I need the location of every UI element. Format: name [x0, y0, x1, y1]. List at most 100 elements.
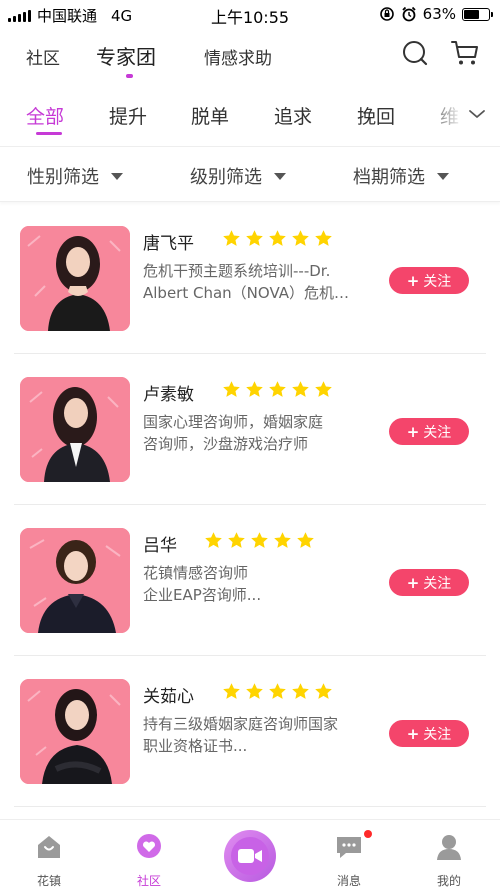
expert-card[interactable]: 关茹心 持有三级婚姻家庭咨询师国家 职业资格证书... + 关注 — [0, 656, 500, 807]
follow-button[interactable]: + 关注 — [389, 267, 469, 294]
plus-icon: + — [406, 271, 420, 290]
star-icon — [269, 381, 286, 397]
tab-emotional-help[interactable]: 情感求助 — [204, 44, 272, 69]
star-icon — [246, 230, 263, 246]
search-icon[interactable] — [400, 38, 430, 68]
follow-label: 关注 — [423, 424, 452, 441]
star-icon — [223, 683, 240, 699]
description-line: 危机干预主题系统培训---Dr. — [143, 262, 331, 280]
plus-icon: + — [406, 573, 420, 592]
schedule-filter[interactable]: 档期筛选 — [353, 163, 449, 189]
rating-stars — [222, 229, 333, 248]
star-icon — [292, 381, 309, 397]
expert-name: 唐飞平 — [143, 234, 194, 254]
level-filter[interactable]: 级别筛选 — [190, 163, 286, 189]
status-right: 63% — [379, 5, 493, 23]
nav-profile-label: 我的 — [436, 874, 461, 888]
nav-messages[interactable]: 消息 — [319, 832, 379, 889]
follow-label: 关注 — [423, 273, 452, 290]
category-improve[interactable]: 提升 — [109, 102, 147, 129]
video-camera-icon — [238, 849, 262, 863]
battery-icon — [462, 7, 493, 21]
top-nav: 社区 专家团 情感求助 — [0, 28, 500, 84]
nav-home[interactable]: 花镇 — [19, 832, 79, 889]
expert-card[interactable]: 唐飞平 危机干预主题系统培训---Dr. Albert Chan（NOVA）危机… — [0, 203, 500, 354]
star-icon — [274, 532, 291, 548]
rotation-lock-icon — [379, 7, 394, 21]
message-icon — [337, 837, 361, 858]
nav-home-label: 花镇 — [36, 874, 61, 888]
expert-photo — [20, 377, 130, 482]
follow-label: 关注 — [423, 575, 452, 592]
description-line: 咨询师，沙盘游戏治疗师 — [143, 435, 309, 453]
rating-stars — [204, 531, 315, 550]
category-fade — [420, 92, 500, 138]
caret-down-icon — [111, 172, 123, 180]
expert-name: 卢素敏 — [143, 385, 194, 405]
status-bar: 中国联通 4G 上午10:55 63% — [0, 0, 500, 28]
chevron-down-icon[interactable] — [468, 108, 486, 120]
nav-profile[interactable]: 我的 — [419, 832, 479, 889]
expert-name: 关茹心 — [143, 687, 194, 707]
expert-list: 唐飞平 危机干预主题系统培训---Dr. Albert Chan（NOVA）危机… — [0, 203, 500, 807]
alarm-icon — [402, 6, 416, 22]
star-icon — [315, 683, 332, 699]
follow-button[interactable]: + 关注 — [389, 569, 469, 596]
description-line: 企业EAP咨询师... — [143, 586, 262, 604]
star-icon — [246, 381, 263, 397]
category-tabs: 全部 提升 脱单 追求 挽回 维 — [0, 92, 500, 138]
caret-down-icon — [274, 172, 286, 180]
category-underline — [36, 132, 62, 135]
expert-description: 危机干预主题系统培训---Dr. Albert Chan（NOVA）危机… — [143, 260, 379, 304]
star-icon — [292, 683, 309, 699]
star-icon — [223, 381, 240, 397]
plus-icon: + — [406, 422, 420, 441]
schedule-filter-label: 档期筛选 — [353, 167, 425, 188]
category-all[interactable]: 全部 — [26, 102, 64, 129]
battery-percent: 63% — [422, 5, 456, 23]
expert-photo — [20, 679, 130, 784]
live-video-button[interactable] — [224, 830, 276, 882]
star-icon — [251, 532, 268, 548]
description-line: 国家心理咨询师，婚姻家庭 — [143, 413, 324, 431]
star-icon — [315, 381, 332, 397]
rating-stars — [222, 380, 333, 399]
category-pursue[interactable]: 追求 — [274, 102, 312, 129]
notification-badge — [364, 830, 372, 838]
plus-icon: + — [406, 724, 420, 743]
nav-community[interactable]: 社区 — [119, 832, 179, 889]
nav-community-label: 社区 — [136, 874, 161, 888]
description-line: 持有三级婚姻家庭咨询师国家 — [143, 715, 339, 733]
profile-icon — [437, 835, 461, 860]
filter-bar: 性别筛选 级别筛选 档期筛选 — [0, 146, 500, 202]
expert-card[interactable]: 吕华 花镇情感咨询师 企业EAP咨询师... + 关注 — [0, 505, 500, 656]
rating-stars — [222, 682, 333, 701]
active-tab-indicator — [126, 74, 133, 78]
tab-expert-team[interactable]: 专家团 — [96, 41, 156, 70]
gender-filter[interactable]: 性别筛选 — [27, 163, 123, 189]
expert-name: 吕华 — [143, 536, 177, 556]
category-get-partner[interactable]: 脱单 — [191, 102, 229, 129]
star-icon — [228, 532, 245, 548]
follow-button[interactable]: + 关注 — [389, 418, 469, 445]
star-icon — [205, 532, 222, 548]
home-icon — [38, 836, 60, 858]
bottom-nav: 花镇 社区 消息 我的 — [0, 819, 500, 889]
description-line: 花镇情感咨询师 — [143, 564, 249, 582]
expert-photo — [20, 528, 130, 633]
divider — [14, 806, 486, 807]
expert-card[interactable]: 卢素敏 国家心理咨询师，婚姻家庭 咨询师，沙盘游戏治疗师 + 关注 — [0, 354, 500, 505]
star-icon — [223, 230, 240, 246]
star-icon — [269, 683, 286, 699]
cart-icon[interactable] — [450, 38, 480, 68]
nav-messages-label: 消息 — [336, 874, 361, 888]
gender-filter-label: 性别筛选 — [27, 167, 99, 188]
caret-down-icon — [437, 172, 449, 180]
expert-photo — [20, 226, 130, 331]
follow-button[interactable]: + 关注 — [389, 720, 469, 747]
expert-description: 花镇情感咨询师 企业EAP咨询师... — [143, 562, 379, 606]
tab-community[interactable]: 社区 — [26, 44, 60, 69]
star-icon — [297, 532, 314, 548]
description-line: 职业资格证书... — [143, 737, 248, 755]
category-win-back[interactable]: 挽回 — [357, 102, 395, 129]
